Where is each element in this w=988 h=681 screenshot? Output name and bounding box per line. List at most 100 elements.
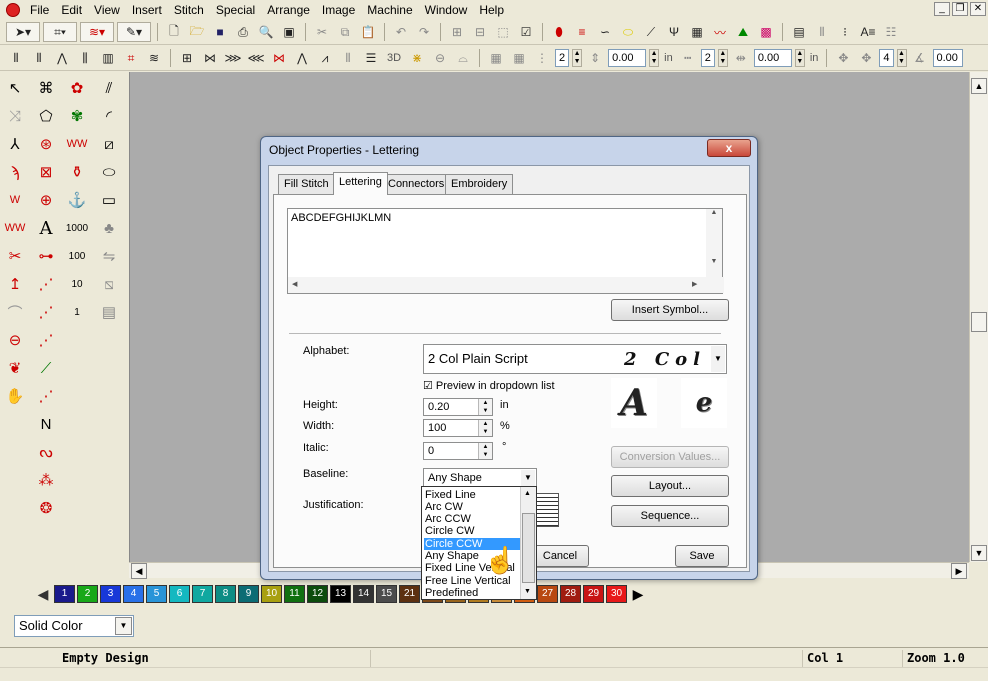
color-swatch[interactable]: 2 — [77, 585, 98, 603]
spacing-icon[interactable]: ▦ — [486, 48, 506, 68]
color-swatch[interactable]: 8 — [215, 585, 236, 603]
pointer-icon[interactable]: ↖ — [3, 76, 27, 100]
scroll-up-icon[interactable]: ▲ — [524, 490, 531, 497]
wave-icon[interactable]: 〰 — [710, 22, 730, 42]
cut-icon[interactable]: ✂ — [312, 22, 332, 42]
redo-icon[interactable]: ↷ — [414, 22, 434, 42]
color-swatch[interactable]: 13 — [330, 585, 351, 603]
red-line-icon[interactable]: ⋰ — [34, 384, 58, 408]
baseline-select[interactable]: Any Shape ▼ — [423, 468, 537, 488]
app-icon[interactable] — [6, 3, 20, 17]
stitch-pattern-10-icon[interactable]: ⋙ — [223, 48, 243, 68]
width-input[interactable]: 100 ▲ ▼ — [423, 419, 493, 437]
stitch-pattern-16-icon[interactable]: ☰ — [361, 48, 381, 68]
vertical-scroll-thumb[interactable] — [971, 312, 987, 332]
tab-lettering[interactable]: Lettering — [333, 172, 388, 195]
satin-icon[interactable]: WW — [65, 132, 89, 156]
color-swatch[interactable]: 4 — [123, 585, 144, 603]
tack-icon[interactable]: ϡ — [3, 160, 27, 184]
alphabet-select[interactable]: 2 Col Plain Script 2 Col ▼ — [423, 344, 727, 374]
stitch-pattern-6-icon[interactable]: ⌗ — [121, 48, 141, 68]
scroll-up-icon[interactable]: ▲ — [971, 78, 987, 94]
menu-insert[interactable]: Insert — [126, 0, 168, 20]
spiral-icon[interactable]: ⊛ — [34, 132, 58, 156]
tab-fill-stitch[interactable]: Fill Stitch — [278, 174, 335, 194]
stitch-pattern-15-icon[interactable]: ⫴ — [338, 48, 358, 68]
bars-icon[interactable]: ⦀ — [812, 22, 832, 42]
save-button[interactable]: Save — [675, 545, 729, 567]
angle-icon[interactable]: ∡ — [910, 48, 930, 68]
color-swatch[interactable]: 27 — [537, 585, 558, 603]
baseline-option-arc-cw[interactable]: Arc CW — [424, 501, 520, 513]
stitch-pattern-12-icon[interactable]: ⋈ — [269, 48, 289, 68]
width-spin[interactable]: ▲ ▼ — [478, 420, 492, 436]
length-spin[interactable]: ▲ ▼ — [649, 49, 660, 67]
polygon-icon[interactable]: ⬠ — [34, 104, 58, 128]
justify-icon[interactable] — [535, 493, 559, 527]
chevron-down-icon[interactable]: ▼ — [521, 470, 535, 486]
menu-machine[interactable]: Machine — [361, 0, 418, 20]
trim-icon[interactable]: ↥ — [3, 272, 27, 296]
options-scroll-thumb[interactable] — [522, 513, 535, 583]
stitch-pattern-8-icon[interactable]: ⊞ — [177, 48, 197, 68]
palette-left-icon[interactable]: ◀ — [34, 585, 52, 603]
vertical-icon[interactable]: ⋮ — [532, 48, 552, 68]
save-icon[interactable]: ■ — [210, 22, 230, 42]
color-swatch[interactable]: 3 — [100, 585, 121, 603]
line-icon[interactable]: ⟋ — [641, 22, 661, 42]
stitch-pattern-4-icon[interactable]: ⫼ — [75, 48, 95, 68]
scan-icon[interactable]: ▣ — [279, 22, 299, 42]
spacing-spin[interactable]: ▲ ▼ — [572, 49, 583, 67]
menu-image[interactable]: Image — [316, 0, 361, 20]
stitch-pattern-11-icon[interactable]: ⋘ — [246, 48, 266, 68]
paste-icon[interactable]: 📋 — [358, 22, 378, 42]
stitch-10-icon[interactable]: 10 — [65, 272, 89, 296]
angle-field[interactable]: 0.00 — [932, 49, 963, 67]
open-icon[interactable]: 🗁 — [187, 22, 207, 42]
stitch-pattern-13-icon[interactable]: ⋀ — [292, 48, 312, 68]
baseline-option-arc-ccw[interactable]: Arc CCW — [424, 513, 520, 525]
scroll-down-icon[interactable]: ▼ — [524, 588, 531, 595]
new-icon[interactable]: 🗋 — [164, 22, 184, 42]
text-vertical-scrollbar[interactable]: ▲ ▼ — [706, 209, 722, 277]
image-icon[interactable]: ▩ — [756, 22, 776, 42]
shell-icon[interactable]: ⌒ — [3, 300, 27, 324]
italic-spin[interactable]: ▲ ▼ — [478, 443, 492, 459]
text-horizontal-scrollbar[interactable]: ◀ ▶ — [288, 277, 724, 293]
insert-symbol-button[interactable]: Insert Symbol... — [611, 299, 729, 321]
dotted-line-icon[interactable]: ⋰ — [34, 272, 58, 296]
font-size-icon[interactable]: A≡ — [858, 22, 878, 42]
fill-icon[interactable]: ♣ — [97, 216, 121, 240]
menu-arrange[interactable]: Arrange — [261, 0, 316, 20]
menu-stitch[interactable]: Stitch — [168, 0, 210, 20]
list-icon[interactable]: ☷ — [881, 22, 901, 42]
reshape-icon[interactable]: ⌘ — [34, 76, 58, 100]
print-preview-icon[interactable]: 🔍 — [256, 22, 276, 42]
length-field[interactable]: 0.00 — [608, 49, 647, 67]
move2-icon[interactable]: ✥ — [856, 48, 876, 68]
scroll-down-icon[interactable]: ▼ — [971, 545, 987, 561]
3d-button[interactable]: 3D — [384, 48, 404, 68]
stitch-pattern-19-icon[interactable]: ⌓ — [453, 48, 473, 68]
stitch-pattern-17-icon[interactable]: ⋇ — [407, 48, 427, 68]
sequence-button[interactable]: Sequence... — [611, 505, 729, 527]
cross-icon[interactable]: ⊠ — [34, 160, 58, 184]
menu-file[interactable]: File — [24, 0, 55, 20]
jump-icon[interactable]: ⊶ — [34, 244, 58, 268]
stitch-pattern-14-icon[interactable]: ⩘ — [315, 48, 335, 68]
length2-spin[interactable]: ▲ ▼ — [794, 49, 805, 67]
bobbin-icon[interactable]: ⇋ — [97, 244, 121, 268]
conversion-values-button[interactable]: Conversion Values... — [611, 446, 729, 468]
run-stitch-icon[interactable]: WW — [3, 216, 27, 240]
dash-icon[interactable]: ┅ — [678, 48, 698, 68]
stitch-pattern-5-icon[interactable]: ▥ — [98, 48, 118, 68]
select-arrow-icon[interactable]: ➤▾ — [6, 22, 40, 42]
knife-icon[interactable]: ⅄ — [3, 132, 27, 156]
spacing-field[interactable]: 2 — [555, 49, 570, 67]
freehand-icon[interactable]: ⧄ — [97, 132, 121, 156]
chart-icon[interactable]: ⧅ — [97, 272, 121, 296]
color-swatch[interactable]: 28 — [560, 585, 581, 603]
step-line-icon[interactable]: ⋰ — [34, 328, 58, 352]
hoop-tool-icon[interactable]: ⊖ — [3, 328, 27, 352]
checkbox-icon[interactable]: ☑ — [516, 22, 536, 42]
